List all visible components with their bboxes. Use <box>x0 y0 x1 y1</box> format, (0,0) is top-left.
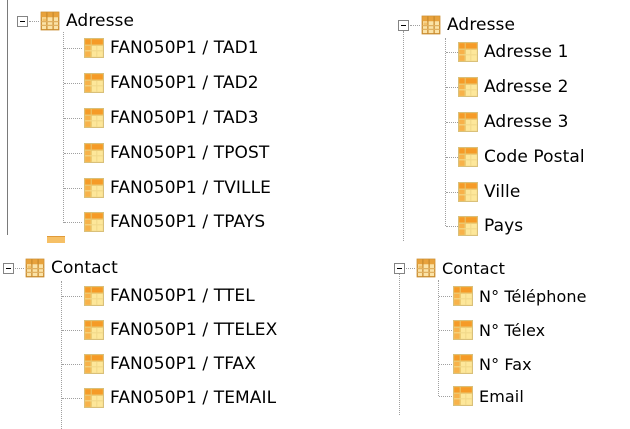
tree-connector <box>399 274 400 415</box>
tree-node-adresse[interactable]: Adresse <box>421 12 515 38</box>
tree-leaf-label: FAN050P1 / TTELEX <box>110 320 278 340</box>
tree-leaf-label: Adresse 2 <box>484 77 569 97</box>
tree-node-contact[interactable]: Contact <box>416 255 505 281</box>
tree-node-adresse[interactable]: Adresse <box>40 8 134 34</box>
tree-leaf-label: FAN050P1 / TPOST <box>110 143 270 163</box>
tree-leaf-label: Email <box>479 386 524 406</box>
mapping-panel-source-adresse: Adresse FAN050P1 / TAD1 FAN050P1 / TAD2 … <box>0 0 340 235</box>
field-icon <box>458 42 478 62</box>
tree-leaf-label: FAN050P1 / TTEL <box>110 286 255 306</box>
mapping-panel-source-contact: Contact FAN050P1 / TTEL FAN050P1 / TTELE… <box>0 250 340 429</box>
tree-leaf-label: FAN050P1 / TAD2 <box>110 73 259 93</box>
field-icon <box>84 354 104 374</box>
field-icon <box>453 286 473 306</box>
tree-node-label: Adresse <box>447 15 516 35</box>
tree-leaf-label: Adresse 1 <box>484 42 569 62</box>
table-icon <box>416 258 436 278</box>
field-icon <box>84 286 104 306</box>
tree-leaf-label: N° Téléphone <box>479 286 587 306</box>
tree-leaf-item[interactable]: FAN050P1 / TPOST <box>84 140 269 166</box>
tree-leaf-label: Pays <box>484 216 524 236</box>
field-icon <box>458 77 478 97</box>
tree-leaf-label: FAN050P1 / TPAYS <box>110 212 266 232</box>
tree-leaf-item[interactable]: FAN050P1 / TTEL <box>84 283 255 309</box>
field-icon <box>453 320 473 340</box>
tree-leaf-label: FAN050P1 / TFAX <box>110 354 256 374</box>
tree-node-label: Adresse <box>66 11 135 31</box>
tree-leaf-item[interactable]: Email <box>453 383 524 409</box>
tree-connector <box>445 38 446 226</box>
field-icon <box>458 147 478 167</box>
field-icon <box>453 354 473 374</box>
tree-leaf-item[interactable]: Code Postal <box>458 144 585 170</box>
field-icon <box>84 73 104 93</box>
mapping-panel-target-adresse: Adresse Adresse 1 Adresse 2 Adresse 3 Co… <box>390 0 630 241</box>
table-icon <box>40 11 60 31</box>
field-icon <box>84 178 104 198</box>
field-icon <box>84 143 104 163</box>
tree-leaf-label: N° Fax <box>479 354 532 374</box>
tree-leaf-item[interactable]: N° Télex <box>453 317 545 343</box>
cut-off-icon <box>47 236 65 243</box>
tree-leaf-item[interactable]: N° Fax <box>453 351 532 377</box>
tree-leaf-item[interactable]: Ville <box>458 179 520 205</box>
tree-leaf-label: FAN050P1 / TAD3 <box>110 108 259 128</box>
tree-leaf-label: Ville <box>484 182 521 202</box>
tree-node-label: Contact <box>51 258 118 278</box>
field-icon <box>453 386 473 406</box>
field-icon <box>84 320 104 340</box>
field-icon <box>84 38 104 58</box>
tree-leaf-label: FAN050P1 / TEMAIL <box>110 388 277 408</box>
tree-leaf-item[interactable]: FAN050P1 / TFAX <box>84 351 256 377</box>
tree-connector <box>63 32 64 223</box>
collapse-toggle[interactable] <box>17 16 28 27</box>
tree-leaf-label: FAN050P1 / TAD1 <box>110 38 259 58</box>
tree-leaf-item[interactable]: FAN050P1 / TEMAIL <box>84 385 276 411</box>
collapse-toggle[interactable] <box>394 263 405 274</box>
tree-leaf-item[interactable]: FAN050P1 / TAD1 <box>84 35 259 61</box>
tree-leaf-item[interactable]: Adresse 3 <box>458 109 569 135</box>
tree-leaf-label: Adresse 3 <box>484 112 569 132</box>
field-icon <box>84 388 104 408</box>
tree-leaf-label: N° Télex <box>479 320 546 340</box>
tree-leaf-item[interactable]: FAN050P1 / TTELEX <box>84 317 277 343</box>
tree-leaf-item[interactable]: FAN050P1 / TAD2 <box>84 70 259 96</box>
tree-leaf-item[interactable]: FAN050P1 / TAD3 <box>84 105 259 131</box>
field-icon <box>84 212 104 232</box>
tree-leaf-label: Code Postal <box>484 147 585 167</box>
tree-connector <box>61 281 62 429</box>
collapse-toggle[interactable] <box>3 263 14 274</box>
tree-leaf-item[interactable]: FAN050P1 / TPAYS <box>84 209 265 235</box>
tree-leaf-item[interactable]: FAN050P1 / TVILLE <box>84 175 271 201</box>
tree-connector <box>438 280 439 396</box>
tree-leaf-item[interactable]: Pays <box>458 213 523 239</box>
table-icon <box>421 15 441 35</box>
field-icon <box>458 216 478 236</box>
tree-connector <box>403 31 404 241</box>
tree-leaf-item[interactable]: Adresse 2 <box>458 74 569 100</box>
tree-leaf-label: FAN050P1 / TVILLE <box>110 178 272 198</box>
collapse-toggle[interactable] <box>398 20 409 31</box>
tree-leaf-item[interactable]: Adresse 1 <box>458 39 569 65</box>
tree-node-contact[interactable]: Contact <box>25 255 118 281</box>
tree-node-label: Contact <box>442 258 505 278</box>
table-icon <box>25 258 45 278</box>
tree-leaf-item[interactable]: N° Téléphone <box>453 283 587 309</box>
left-border <box>7 0 8 235</box>
field-icon <box>458 182 478 202</box>
field-icon <box>84 108 104 128</box>
field-icon <box>458 112 478 132</box>
mapping-panel-target-contact: Contact N° Téléphone N° Télex N° Fax Ema… <box>390 250 630 415</box>
